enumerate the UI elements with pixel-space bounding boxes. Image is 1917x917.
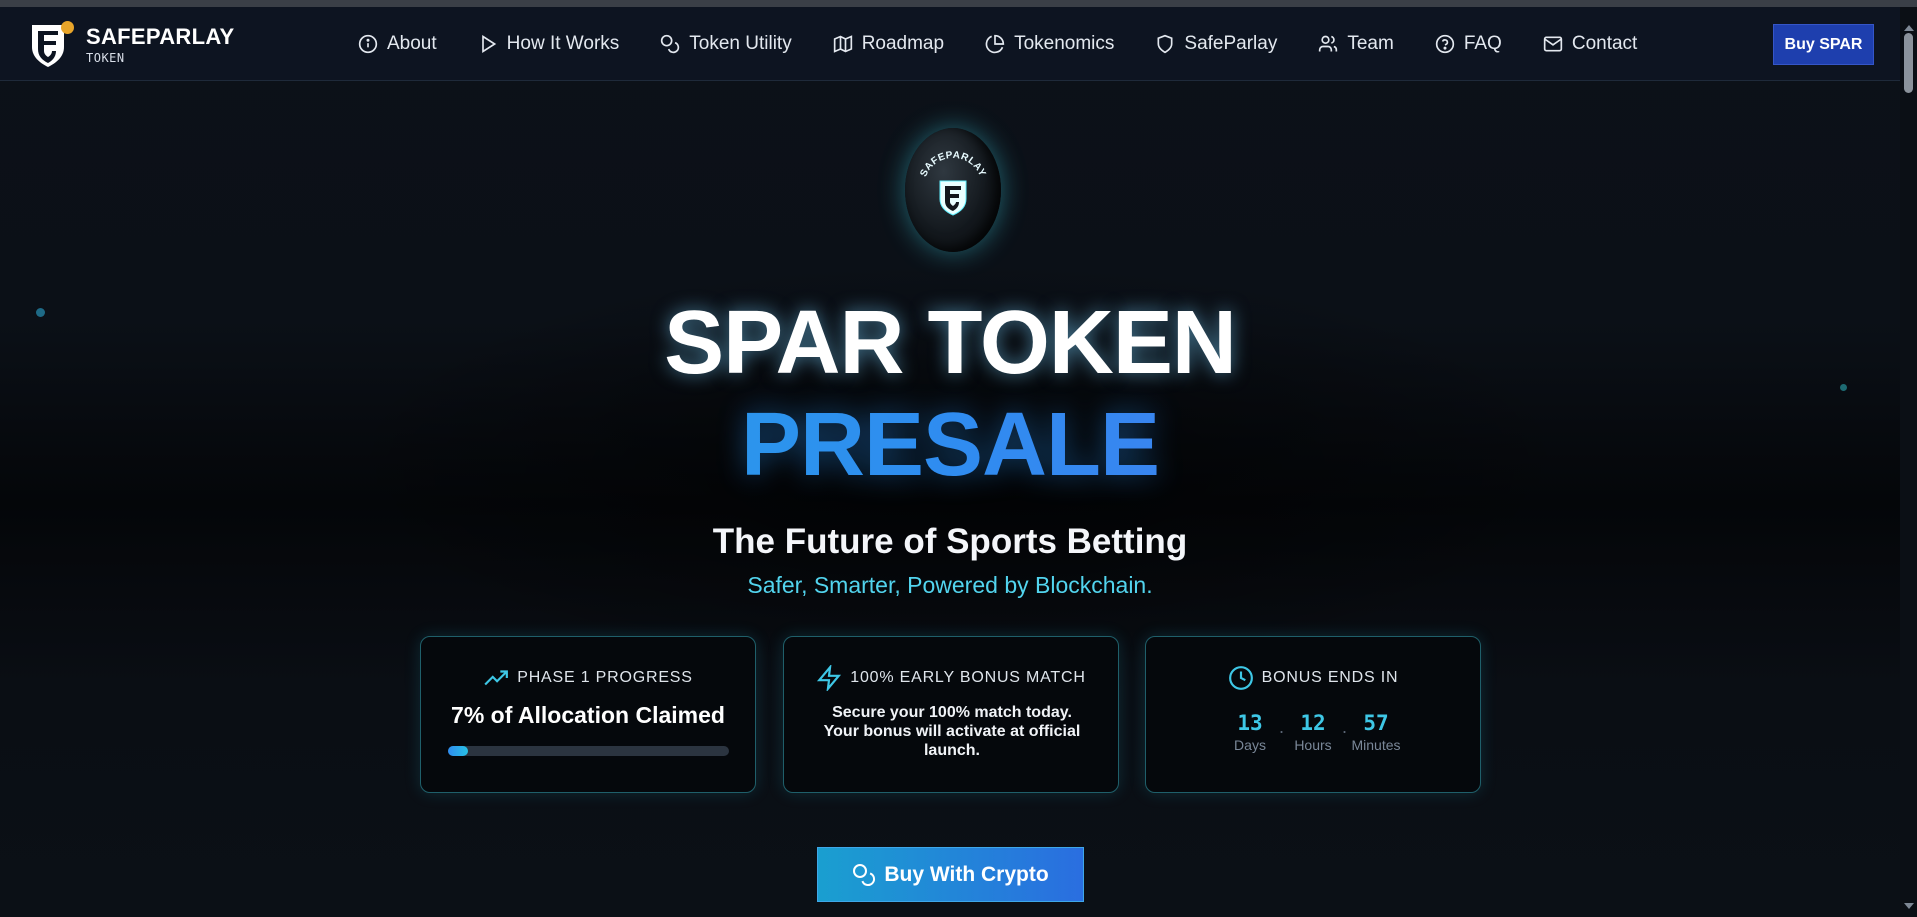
- info-icon: [358, 34, 378, 54]
- countdown-days-label: Days: [1234, 737, 1266, 753]
- early-bonus-card: 100% EARLY BONUS MATCH Secure your 100% …: [783, 636, 1119, 793]
- bonus-description: Secure your 100% match today. Your bonus…: [823, 704, 1081, 759]
- nav-item-label: SafeParlay: [1184, 33, 1278, 54]
- logo[interactable]: SAFEPARLAY TOKEN: [28, 19, 234, 71]
- countdown-minutes: 57 Minutes: [1349, 711, 1404, 753]
- spar-coin-logo: SAFEPARLAY: [905, 128, 1001, 252]
- pie-chart-icon: [985, 34, 1005, 54]
- buy-with-crypto-label: Buy With Crypto: [884, 862, 1049, 886]
- scroll-down-arrow-icon[interactable]: [1904, 903, 1914, 909]
- logo-name: SAFEPARLAY: [86, 24, 235, 49]
- card-heading: BONUS ENDS IN: [1261, 669, 1399, 686]
- scroll-up-arrow-icon[interactable]: [1904, 25, 1914, 31]
- svg-text:SAFEPARLAY: SAFEPARLAY: [918, 150, 987, 179]
- nav-item-team[interactable]: Team: [1318, 33, 1394, 55]
- hero-title: SPAR TOKEN: [664, 293, 1237, 393]
- phase-progress-card: PHASE 1 PROGRESS 7% of Allocation Claime…: [420, 636, 756, 793]
- nav-item-label: FAQ: [1463, 33, 1502, 54]
- nav-item-label: Team: [1347, 33, 1394, 54]
- shield-icon: [1157, 34, 1173, 54]
- card-heading: PHASE 1 PROGRESS: [517, 669, 693, 686]
- progress-bar-fill: [448, 746, 468, 756]
- nav-item-label: Roadmap: [861, 33, 945, 54]
- nav-item-label: How It Works: [506, 33, 620, 54]
- countdown-days: 13 Days: [1223, 711, 1278, 753]
- nav-item-how-it-works[interactable]: How It Works: [478, 33, 620, 55]
- play-icon: [481, 34, 496, 54]
- bonus-countdown-card: BONUS ENDS IN 13 Days . 12 Hours . 57 Mi…: [1145, 636, 1481, 793]
- scrollbar[interactable]: [1900, 7, 1917, 917]
- window-top-border: [0, 0, 1917, 7]
- countdown-separator: .: [1341, 717, 1347, 737]
- clock-icon: [1228, 666, 1253, 690]
- buy-spar-button[interactable]: Buy SPAR: [1773, 24, 1874, 65]
- scroll-thumb[interactable]: [1904, 33, 1913, 93]
- nav-item-faq[interactable]: FAQ: [1435, 33, 1502, 55]
- countdown-days-value: 13: [1237, 711, 1263, 735]
- countdown-minutes-value: 57: [1363, 711, 1389, 735]
- logo-dot: [61, 21, 74, 34]
- buy-with-crypto-button[interactable]: Buy With Crypto: [817, 847, 1084, 902]
- nav-menu: About How It Works Token Utility Roadmap…: [358, 7, 1678, 81]
- coin-text: SAFEPARLAY: [918, 150, 987, 179]
- countdown-minutes-label: Minutes: [1351, 737, 1401, 753]
- hero-subtitle: The Future of Sports Betting: [712, 522, 1188, 561]
- nav-item-label: Contact: [1571, 33, 1638, 54]
- allocation-claimed-value: 7% of Allocation Claimed: [451, 702, 725, 728]
- nav-item-label: Token Utility: [689, 33, 792, 54]
- hero-title-accent: PRESALE: [0, 400, 1900, 490]
- nav-item-roadmap[interactable]: Roadmap: [833, 33, 944, 55]
- hero-tagline: Safer, Smarter, Powered by Blockchain.: [747, 572, 1153, 598]
- zap-icon: [817, 665, 842, 691]
- users-icon: [1319, 35, 1338, 52]
- mail-icon: [1543, 36, 1563, 52]
- nav-item-tokenomics[interactable]: Tokenomics: [985, 33, 1114, 55]
- progress-bar: [448, 746, 729, 756]
- nav-item-label: Tokenomics: [1014, 33, 1115, 54]
- top-navbar: SAFEPARLAY TOKEN About How It Works Toke…: [0, 7, 1900, 81]
- coins-icon: [661, 34, 680, 54]
- page: SAFEPARLAY TOKEN About How It Works Toke…: [0, 0, 1917, 917]
- nav-item-about[interactable]: About: [358, 33, 437, 55]
- countdown-hours-value: 12: [1300, 711, 1326, 735]
- nav-item-label: About: [387, 33, 437, 54]
- logo-subtitle: TOKEN: [86, 51, 125, 65]
- nav-item-safeparlay[interactable]: SafeParlay: [1155, 33, 1277, 55]
- card-heading: 100% EARLY BONUS MATCH: [850, 669, 1086, 686]
- trending-up-icon: [484, 670, 509, 686]
- help-circle-icon: [1435, 34, 1454, 54]
- countdown-separator: .: [1278, 717, 1284, 737]
- nav-item-token-utility[interactable]: Token Utility: [660, 33, 792, 55]
- coins-icon: [853, 863, 876, 886]
- coin-emblem-icon: SAFEPARLAY: [918, 150, 987, 216]
- countdown-hours: 12 Hours: [1286, 711, 1341, 753]
- countdown-hours-label: Hours: [1294, 737, 1332, 753]
- nav-item-contact[interactable]: Contact: [1543, 33, 1637, 55]
- shield-logo-icon: [28, 21, 74, 69]
- countdown-timer: 13 Days . 12 Hours . 57 Minutes: [1146, 711, 1480, 753]
- map-icon: [833, 35, 852, 53]
